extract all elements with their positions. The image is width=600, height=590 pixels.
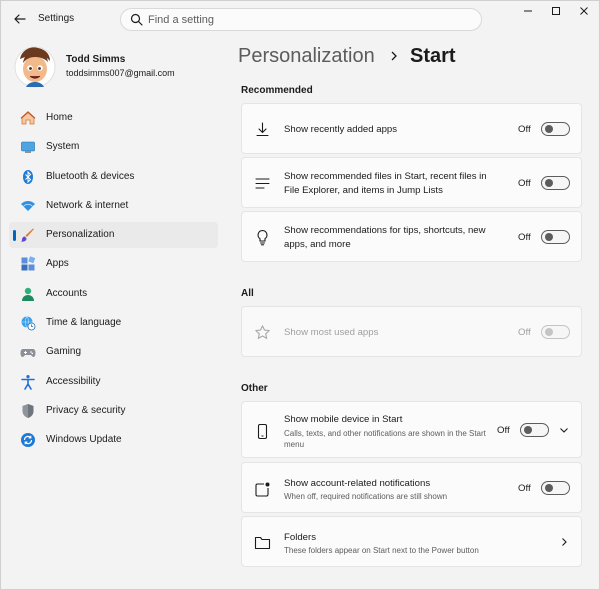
minimize-icon[interactable]	[515, 4, 541, 18]
sidebar-item-gaming[interactable]: Gaming	[9, 339, 218, 365]
lightbulb-icon	[257, 229, 268, 246]
setting-row-account-notifications[interactable]: Show account-related notifications When …	[241, 462, 582, 513]
toggle-switch	[541, 325, 570, 339]
app-title: Settings	[38, 13, 75, 24]
page-title: Start	[410, 45, 456, 67]
toggle-switch[interactable]	[541, 122, 570, 136]
setting-row-recommendations-tips[interactable]: Show recommendations for tips, shortcuts…	[241, 211, 582, 262]
setting-row-most-used: Show most used apps Off	[241, 306, 582, 357]
wifi-icon	[21, 200, 35, 211]
search-input[interactable]	[148, 11, 468, 28]
back-arrow-icon[interactable]	[11, 10, 29, 28]
toggle-state-label: Off	[497, 425, 510, 436]
bluetooth-icon	[23, 169, 33, 184]
list-icon	[255, 178, 270, 189]
section-title-all: All	[241, 288, 254, 299]
sidebar-item-label: Accessibility	[46, 375, 101, 387]
chevron-right-icon[interactable]	[558, 536, 570, 548]
sidebar-item-apps[interactable]: Apps	[9, 251, 218, 277]
setting-title: Show recently added apps	[284, 124, 398, 135]
accounts-icon	[22, 287, 34, 301]
sidebar-item-label: Personalization	[46, 229, 115, 241]
update-icon	[21, 433, 35, 448]
chevron-right-icon	[391, 51, 397, 61]
breadcrumb-parent[interactable]: Personalization	[238, 45, 375, 68]
sidebar-item-label: Gaming	[46, 346, 82, 358]
sidebar-item-system[interactable]: System	[9, 134, 218, 160]
profile-email: toddsimms007@gmail.com	[66, 68, 175, 78]
setting-subtitle: These folders appear on Start next to th…	[284, 546, 479, 555]
star-icon	[255, 325, 270, 339]
title-bar: Settings	[1, 1, 600, 37]
gamepad-icon	[20, 349, 36, 358]
sidebar-item-label: Network & internet	[46, 199, 129, 211]
chevron-down-icon[interactable]	[558, 424, 570, 436]
setting-title: Show account-related notifications	[284, 478, 431, 489]
setting-row-folders[interactable]: Folders These folders appear on Start ne…	[241, 516, 582, 567]
download-icon	[256, 122, 269, 137]
sidebar-item-accessibility[interactable]: Accessibility	[9, 369, 218, 395]
settings-window: Settings Todd Simms toddsimms007@gmail.c…	[0, 0, 600, 590]
toggle-state-label: Off	[518, 483, 531, 494]
sidebar-item-privacy[interactable]: Privacy & security	[9, 398, 218, 424]
close-icon[interactable]	[571, 4, 597, 18]
setting-row-mobile-device[interactable]: Show mobile device in Start Calls, texts…	[241, 401, 582, 458]
sidebar-item-label: Accounts	[46, 287, 88, 299]
sidebar-item-windows-update[interactable]: Windows Update	[9, 427, 218, 453]
search-icon	[130, 13, 143, 26]
search-box[interactable]	[120, 8, 482, 31]
sidebar-item-time-language[interactable]: Time & language	[9, 310, 218, 336]
setting-title: Show recommendations for tips, shortcuts…	[284, 225, 486, 250]
sidebar-item-label: System	[46, 141, 80, 153]
sidebar-item-home[interactable]: Home	[9, 105, 218, 131]
avatar[interactable]	[14, 43, 56, 89]
toggle-state-label: Off	[518, 124, 531, 135]
sidebar-item-accounts[interactable]: Accounts	[9, 281, 218, 307]
toggle-state-label: Off	[518, 232, 531, 243]
setting-subtitle: Calls, texts, and other notifications ar…	[284, 429, 486, 449]
setting-title: Show recommended files in Start, recent …	[284, 171, 487, 196]
section-title-recommended: Recommended	[241, 85, 313, 96]
folder-icon	[254, 536, 271, 550]
sidebar-item-label: Apps	[46, 258, 69, 270]
setting-title: Show mobile device in Start	[284, 414, 403, 425]
notification-icon	[255, 482, 270, 497]
setting-row-recently-added[interactable]: Show recently added apps Off	[241, 103, 582, 154]
sidebar-item-bluetooth[interactable]: Bluetooth & devices	[9, 164, 218, 190]
toggle-switch[interactable]	[520, 423, 549, 437]
sidebar-item-label: Time & language	[46, 317, 122, 329]
globe-clock-icon	[21, 316, 36, 331]
sidebar-nav: Home System Bluetooth & devices Network …	[9, 105, 218, 457]
section-title-other: Other	[241, 383, 268, 394]
toggle-state-label: Off	[518, 178, 531, 189]
apps-icon	[21, 256, 36, 271]
toggle-switch[interactable]	[541, 176, 570, 190]
sidebar-item-personalization[interactable]: Personalization	[9, 222, 218, 249]
toggle-switch[interactable]	[541, 230, 570, 244]
setting-title: Folders	[284, 532, 316, 543]
system-icon	[21, 141, 35, 154]
sidebar-item-label: Privacy & security	[46, 404, 126, 416]
brush-icon	[21, 228, 34, 242]
toggle-state-label: Off	[518, 327, 531, 338]
phone-icon	[257, 423, 268, 440]
maximize-icon[interactable]	[543, 4, 569, 18]
setting-row-recommended-files[interactable]: Show recommended files in Start, recent …	[241, 157, 582, 208]
home-icon	[20, 111, 36, 125]
accessibility-icon	[21, 374, 35, 390]
profile-name: Todd Simms	[66, 54, 126, 65]
shield-icon	[22, 403, 34, 418]
sidebar-item-network[interactable]: Network & internet	[9, 193, 218, 219]
sidebar-item-label: Home	[46, 112, 73, 123]
setting-subtitle: When off, required notifications are sti…	[284, 492, 448, 501]
sidebar-item-label: Windows Update	[46, 434, 122, 446]
setting-title: Show most used apps	[284, 327, 379, 338]
sidebar-item-label: Bluetooth & devices	[46, 170, 135, 182]
toggle-switch[interactable]	[541, 481, 570, 495]
